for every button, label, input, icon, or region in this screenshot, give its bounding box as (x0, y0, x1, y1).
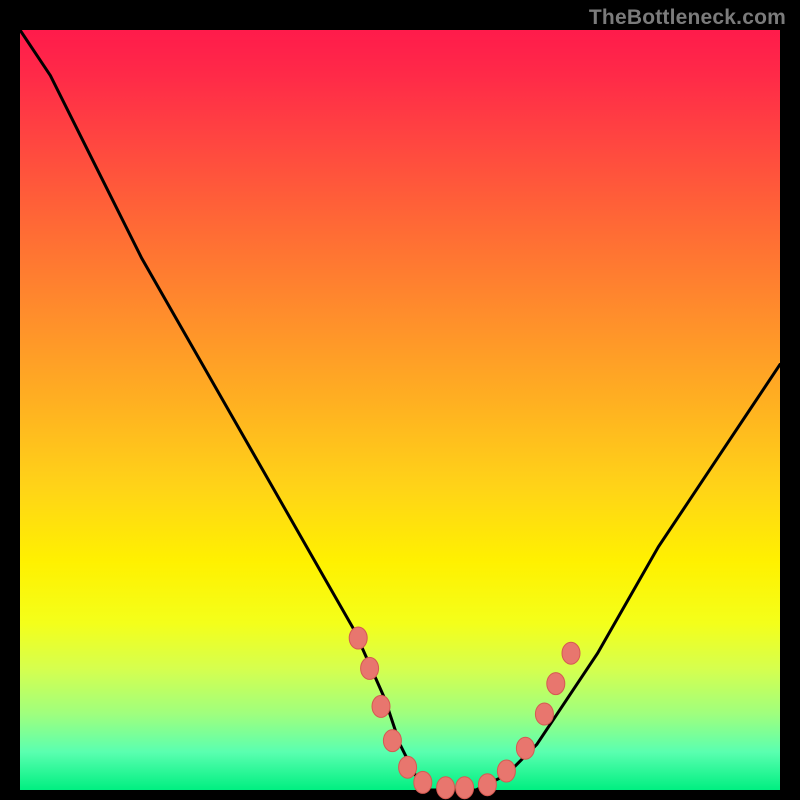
curve-marker (478, 774, 496, 796)
curve-marker (562, 642, 580, 664)
bottleneck-curve (20, 30, 780, 790)
plot-area (20, 30, 780, 790)
curve-marker (516, 737, 534, 759)
curve-marker (372, 695, 390, 717)
curve-marker (456, 777, 474, 799)
curve-marker (547, 673, 565, 695)
chart-frame: TheBottleneck.com (0, 0, 800, 800)
curve-marker (349, 627, 367, 649)
curve-marker (497, 760, 515, 782)
curve-marker (535, 703, 553, 725)
curve-markers (349, 627, 580, 799)
curve-marker (414, 771, 432, 793)
watermark-text: TheBottleneck.com (589, 6, 786, 30)
curve-marker (383, 730, 401, 752)
curve-marker (361, 657, 379, 679)
curve-marker (399, 756, 417, 778)
curve-marker (437, 777, 455, 799)
curve-svg (20, 30, 780, 790)
